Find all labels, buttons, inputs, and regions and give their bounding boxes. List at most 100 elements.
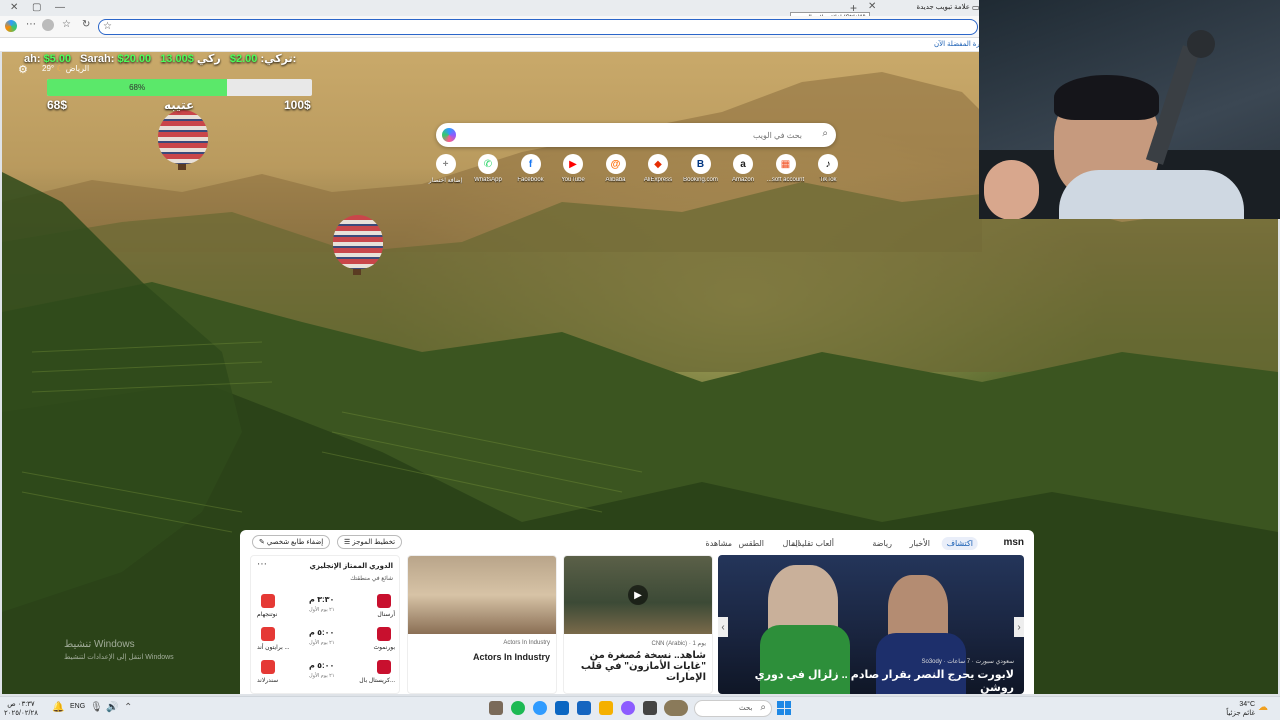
quick-link-2[interactable]: a Amazon	[723, 154, 763, 183]
player3-value: $20.00	[117, 53, 152, 65]
msn-tab-5[interactable]: الطقس	[739, 539, 764, 548]
more-options-icon[interactable]: ⋯	[257, 559, 267, 570]
temperature: 29°	[42, 64, 55, 73]
league-subtitle: شائع في منطقتك	[350, 576, 393, 582]
msn-tab-0[interactable]: اكتشاف	[941, 537, 978, 550]
quick-link-5[interactable]: @ Alibaba	[596, 154, 636, 183]
city: الرياض	[65, 64, 90, 73]
msn-tab-2[interactable]: رياضة	[872, 539, 892, 548]
video-story-title[interactable]: شاهد.. نسخة مُصغرة من "غابات الأمازون" ف…	[568, 650, 706, 683]
customize-feed-button[interactable]: ☰ تخطيط الموجز	[337, 535, 403, 549]
microphone-tray-icon[interactable]: 🎙	[90, 702, 103, 713]
copilot-taskbar-icon[interactable]	[621, 701, 635, 715]
volume-icon[interactable]: 🔊	[106, 702, 118, 713]
side-story-card[interactable]: Actors In Industry Actors In Industry	[407, 555, 557, 694]
activation-watermark-title: تنشيط Windows	[64, 639, 135, 650]
carousel-prev-icon[interactable]: ‹	[718, 617, 728, 637]
quick-link-7[interactable]: f Facebook	[511, 154, 551, 183]
quick-link-1[interactable]: ▦ ...soft account	[766, 154, 806, 183]
main-story-card[interactable]: ‹ › So3ody · سعودي سبورت · 7 ساعات لابور…	[718, 555, 1024, 694]
quick-link-8[interactable]: ✆ WhatsApp	[468, 154, 508, 183]
weather-widget[interactable]: 29° ☾ الرياض	[42, 64, 89, 73]
chevron-up-icon[interactable]: ⌃	[124, 702, 132, 713]
close-window-icon[interactable]: ✕	[10, 2, 18, 13]
quick-link-3[interactable]: B Booking.com	[681, 154, 721, 183]
quick-link-label: Booking.com	[683, 177, 718, 183]
more-icon[interactable]: ⋯	[26, 19, 36, 30]
match-row[interactable]: كريستال بال... ٥:٠٠ م ٢١ يوم الأول سندرلاند	[251, 658, 399, 688]
spotify-icon[interactable]	[511, 701, 525, 715]
file-explorer-icon[interactable]	[599, 701, 613, 715]
video-thumbnail: ▶	[564, 556, 712, 634]
home-team-logo	[377, 594, 391, 608]
match-time: ٣:٣٠ م	[309, 595, 335, 604]
away-team-name: سندرلاند	[257, 678, 279, 684]
outlook-icon[interactable]	[555, 701, 569, 715]
taskbar-search[interactable]: ⌕ بحث	[694, 700, 772, 717]
store-icon[interactable]	[577, 701, 591, 715]
quick-link-6[interactable]: ▶ YouTube	[553, 154, 593, 183]
person-hand	[984, 160, 1039, 219]
minimize-icon[interactable]: —	[55, 2, 65, 13]
quick-link-9[interactable]: + إضافة اختصار	[426, 154, 466, 184]
match-row[interactable]: بورنموث ٥:٠٠ م ٢١ يوم الأول برايتون أند ...	[251, 625, 399, 655]
player1-value: 2.00$	[229, 53, 258, 65]
balloon-basket	[178, 164, 186, 170]
taskbar-search-placeholder: بحث	[739, 705, 753, 712]
search-input[interactable]	[462, 127, 802, 143]
app-icon-1[interactable]	[489, 701, 503, 715]
play-icon[interactable]: ▶	[628, 585, 648, 605]
quick-link-4[interactable]: ◆ AliExpress	[638, 154, 678, 183]
main-story-title[interactable]: لابورت يحرج النصر بقرار صادم .. زلزال في…	[724, 668, 1014, 694]
task-view-icon[interactable]	[643, 701, 657, 715]
windows-taskbar: ٠٣:٣٧ ص ٢٠٢٥/٠٢/٢٨ 🔔 ENG 🎙 🔊 ⌃ ⌕ بحث 34°C…	[0, 696, 1280, 720]
web-search-box[interactable]: ⌕	[436, 123, 836, 147]
match-time: ٥:٠٠ م	[309, 661, 335, 670]
profile-icon[interactable]	[42, 19, 54, 31]
video-story-card[interactable]: ▶ CNN (Arabic) · 1 يوم شاهد.. نسخة مُصغر…	[563, 555, 713, 694]
windows-start-icon[interactable]	[777, 701, 791, 715]
quick-link-label: Facebook	[517, 177, 544, 183]
side-story-source: Actors In Industry	[503, 640, 550, 646]
pencil-icon: ✎	[259, 539, 265, 546]
refresh-icon[interactable]: ↻	[82, 19, 90, 30]
star-icon[interactable]: ☆	[103, 21, 112, 32]
quick-link-label: ...soft account	[766, 177, 805, 183]
tab-title[interactable]: علامة تبويب جديدة	[900, 3, 970, 11]
search-icon[interactable]: ⌕	[822, 128, 828, 139]
msn-tab-6[interactable]: مشاهدة	[706, 539, 732, 548]
quick-link-0[interactable]: ♪ TikTok	[808, 154, 848, 183]
msn-tab-1[interactable]: الأخبار	[910, 539, 930, 548]
quick-link-label: إضافة اختصار	[428, 178, 463, 184]
quick-link-icon: ▶	[563, 154, 583, 174]
match-row[interactable]: أرسنال ٣:٣٠ م ٢١ يوم الأول نوتنجهام	[251, 592, 399, 622]
carousel-next-icon[interactable]: ›	[1014, 617, 1024, 637]
quick-link-label: WhatsApp	[474, 177, 502, 183]
hot-air-balloon	[158, 110, 208, 164]
edge-taskbar-icon[interactable]	[533, 701, 547, 715]
clock[interactable]: ٠٣:٣٧ ص ٢٠٢٥/٠٢/٢٨	[4, 700, 38, 718]
settings-gear-icon[interactable]: ⚙	[18, 63, 28, 76]
side-story-title[interactable]: Actors In Industry	[473, 652, 550, 662]
quick-link-label: YouTube	[561, 177, 585, 183]
msn-tab-4[interactable]: المال	[782, 539, 800, 548]
close-tab-icon[interactable]: ✕	[868, 1, 876, 12]
personalize-button[interactable]: ✎ إضفاء طابع شخصي	[252, 535, 331, 549]
weather-tray[interactable]: 34°C غائم جزئياً	[1205, 700, 1255, 718]
home-team-name: بورنموث	[373, 645, 395, 651]
league-title[interactable]: الدوري الممتاز الإنجليزي	[310, 562, 393, 570]
away-team-logo	[261, 660, 275, 674]
quick-link-label: Alibaba	[605, 177, 626, 183]
goal-min-label: 68$	[47, 98, 68, 112]
notification-icon[interactable]: 🔔	[52, 702, 64, 713]
address-bar[interactable]: ☆	[98, 19, 978, 35]
hot-air-balloon	[333, 215, 383, 269]
copilot-icon[interactable]	[442, 128, 456, 142]
language-indicator[interactable]: ENG	[70, 703, 85, 710]
widgets-icon[interactable]	[664, 700, 688, 716]
favorite-icon[interactable]: ☆	[62, 19, 71, 30]
cloud-sun-icon: ☁	[1258, 702, 1268, 713]
edge-icon[interactable]	[5, 20, 17, 32]
msn-logo[interactable]: msn	[1003, 537, 1024, 548]
maximize-icon[interactable]: ▢	[32, 2, 41, 13]
